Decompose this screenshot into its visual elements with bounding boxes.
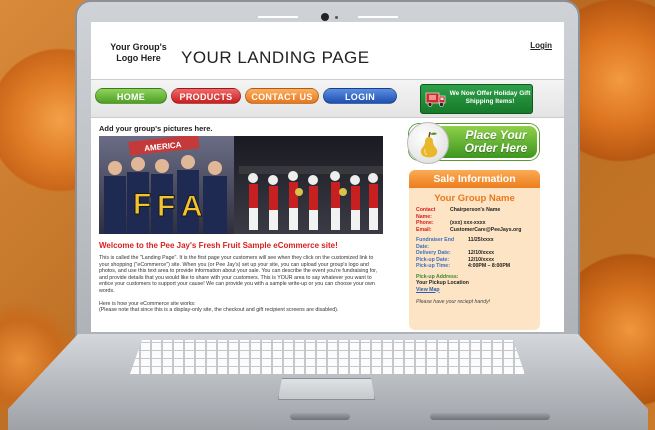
bezel-line-left — [257, 16, 298, 18]
contact-name-row: Contact Name: Chairperson's Name — [416, 207, 533, 220]
group-photo-image: AMERICA F F A — [99, 136, 383, 234]
order-icon-circle — [407, 122, 449, 164]
pickup-time-value: 4:00PM – 8:00PM — [468, 263, 511, 269]
email-row: Email: CustomerCare@PeeJays.org — [416, 227, 533, 234]
promo-text: We Now Offer Holiday Gift Shipping Items… — [449, 90, 531, 105]
sale-info-panel: Sale Information Your Group Name Contact… — [409, 170, 540, 330]
email-label: Email: — [416, 226, 432, 233]
group-logo-placeholder[interactable]: Your Group's Logo Here — [101, 42, 176, 64]
photo-letter-f2: F — [157, 190, 175, 223]
end-date-label: Fundraiser End Date: — [416, 237, 455, 250]
contact-name-label: Contact Name: — [416, 207, 436, 220]
nav-products-button[interactable]: PRODUCTS — [171, 88, 241, 104]
touchpad — [278, 378, 375, 400]
nav-bar: HOME PRODUCTS CONTACT US LOGIN We Now Of… — [91, 80, 564, 118]
page-title: YOUR LANDING PAGE — [181, 48, 370, 67]
place-order-label: Place Your Order Here — [464, 128, 528, 155]
webcam-icon — [320, 13, 329, 21]
receipt-note: Please have your reciept handy! — [416, 299, 491, 305]
end-date-row: Fundraiser End Date: 11/25/xxxx — [416, 237, 533, 250]
photo-letter-a: A — [181, 190, 203, 223]
pear-icon — [420, 131, 438, 158]
photo-letter-f1: F — [133, 188, 151, 221]
group-photo: AMERICA F F A — [99, 136, 383, 234]
login-link[interactable]: Login — [530, 41, 552, 50]
view-map-link[interactable]: View Map — [416, 287, 533, 294]
welcome-heading: Welcome to the Pee Jay's Fresh Fruit Sam… — [99, 241, 338, 250]
sale-info-heading: Sale Information — [409, 170, 540, 188]
email-value[interactable]: CustomerCare@PeeJays.org — [450, 227, 521, 234]
how-it-works-text: Here is how your eCommerce site works: — [99, 300, 196, 307]
sale-details: Contact Name: Chairperson's Name Phone: … — [409, 204, 540, 309]
site-header: Your Group's Logo Here YOUR LANDING PAGE… — [91, 22, 564, 80]
nav-contact-button[interactable]: CONTACT US — [245, 88, 319, 104]
nav-login-button[interactable]: LOGIN — [323, 88, 397, 104]
end-date-value: 11/25/xxxx — [468, 237, 494, 243]
description-paragraph: This is called the "Landing Page". It is… — [99, 255, 378, 294]
place-order-button[interactable]: Place Your Order Here — [407, 122, 539, 164]
base-slot-left — [290, 413, 350, 420]
pickup-time-label: Pick-up Time: — [416, 263, 450, 269]
keyboard-rows — [130, 340, 525, 374]
nav-home-button[interactable]: HOME — [95, 88, 167, 104]
how-it-works-paragraph: Here is how your eCommerce site works: (… — [99, 301, 384, 314]
disclaimer-text: (Please note that since this is a displa… — [99, 307, 339, 314]
landing-description: This is called the "Landing Page". It is… — [99, 255, 384, 314]
bezel-line-right — [357, 16, 398, 18]
truck-icon — [425, 92, 446, 107]
laptop-screen: Your Group's Logo Here YOUR LANDING PAGE… — [91, 22, 564, 332]
camera-light-icon — [334, 16, 338, 19]
group-name: Your Group Name — [434, 193, 515, 204]
base-slot-right — [430, 413, 550, 420]
contact-name-value: Chairperson's Name — [450, 207, 501, 213]
holiday-shipping-banner[interactable]: We Now Offer Holiday Gift Shipping Items… — [420, 84, 533, 114]
pictures-heading: Add your group's pictures here. — [99, 124, 213, 133]
